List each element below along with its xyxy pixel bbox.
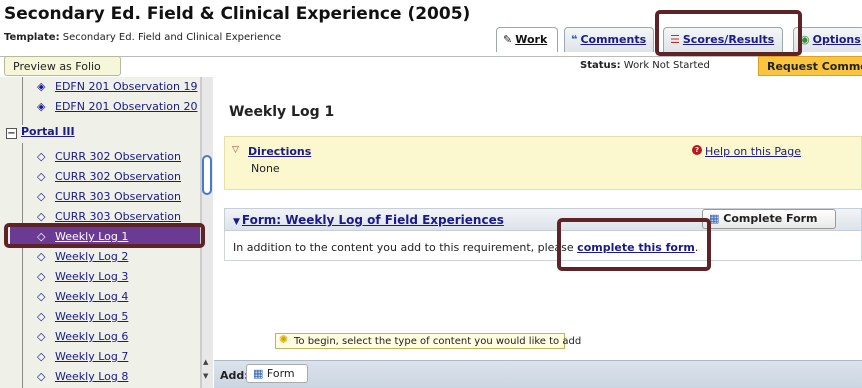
assignment-icon: ◇ [37,290,46,303]
tab-options[interactable]: ◉ Options [793,27,862,52]
assignment-icon: ◇ [37,250,46,263]
expand-triangle-icon[interactable]: ▽ [232,145,239,155]
sidebar-item[interactable]: ◇ Weekly Log 5 [0,307,200,327]
sidebar-item[interactable]: ◇ Weekly Log 2 [0,247,200,267]
preview-as-folio-button[interactable]: Preview as Folio [4,56,121,76]
form-icon: ▦ [253,367,264,380]
assignment-icon: ◇ [37,190,46,203]
assignment-icon: ◇ [37,210,46,223]
quote-icon: ❝ [571,33,578,46]
form-title[interactable]: ▼ Form: Weekly Log of Field Experiences [233,213,504,227]
sidebar-item[interactable]: ◇ Weekly Log 6 [0,327,200,347]
sidebar-item[interactable]: ◇ CURR 302 Observation [0,147,200,167]
locked-assignment-icon: ◈ [37,100,46,113]
directions-text: None [251,162,280,175]
help-icon: ? [692,145,702,155]
scroll-down-icon[interactable]: ▼ [203,372,208,380]
sidebar-item-edfn-19[interactable]: ◈ EDFN 201 Observation 19 [0,77,200,97]
sidebar-item-edfn-20[interactable]: ◈ EDFN 201 Observation 20 [0,97,200,117]
assignment-icon: ◇ [37,150,46,163]
add-label: Add: [220,369,249,382]
sidebar-item[interactable]: ◇ Weekly Log 3 [0,267,200,287]
status-label: Status: [580,60,621,71]
directions-link[interactable]: Directions [248,145,311,158]
request-comments-button[interactable]: Request Comments [758,56,862,76]
sidebar-item[interactable]: ◇ Weekly Log 7 [0,347,200,367]
locked-assignment-icon: ◈ [37,80,46,93]
highlight-box-weekly-log [4,223,205,248]
status-line: Status: Work Not Started [580,60,710,71]
template-value: Secondary Ed. Field and Clinical Experie… [62,32,282,43]
highlight-box-scores [655,10,802,56]
page-title: Secondary Ed. Field & Clinical Experienc… [4,4,471,24]
toolbar [0,56,862,76]
add-content-bar [214,360,862,388]
scrollbar-thumb[interactable] [202,155,212,195]
assignment-icon: ◇ [37,350,46,363]
sidebar-item[interactable]: ◇ Weekly Log 4 [0,287,200,307]
template-line: Template: Secondary Ed. Field and Clinic… [4,32,281,43]
help-on-this-page-link[interactable]: Help on this Page [705,145,801,158]
pencil-icon: ✎ [503,33,513,46]
assignment-icon: ◇ [37,370,46,383]
assignment-icon: ◇ [37,270,46,283]
highlight-box-complete-form [557,218,711,271]
hint-tooltip: To begin, select the type of content you… [275,333,581,349]
sidebar-item[interactable]: ◇ CURR 302 Observation [0,167,200,187]
sidebar-section-portal-iii[interactable]: − Portal III [6,125,75,139]
assignment-icon: ◇ [37,170,46,183]
complete-form-button[interactable]: ▦ Complete Form [702,209,836,229]
tab-comments[interactable]: ❝ Comments [564,27,654,52]
template-label: Template: [4,32,60,43]
lightbulb-icon: ✺ [279,333,289,346]
sidebar-item[interactable]: ◇ CURR 303 Observation [0,187,200,207]
collapse-triangle-icon: ▼ [233,217,240,227]
sidebar-item[interactable]: ◇ Weekly Log 8 [0,367,200,387]
tab-work[interactable]: ✎ Work [496,27,558,52]
scroll-up-icon[interactable]: ▲ [203,358,208,366]
status-value: Work Not Started [623,60,710,71]
assignment-icon: ◇ [37,330,46,343]
collapse-icon[interactable]: − [6,128,17,139]
add-form-button[interactable]: ▦ Form [246,364,308,383]
assignment-icon: ◇ [37,310,46,323]
requirement-title: Weekly Log 1 [229,104,335,120]
